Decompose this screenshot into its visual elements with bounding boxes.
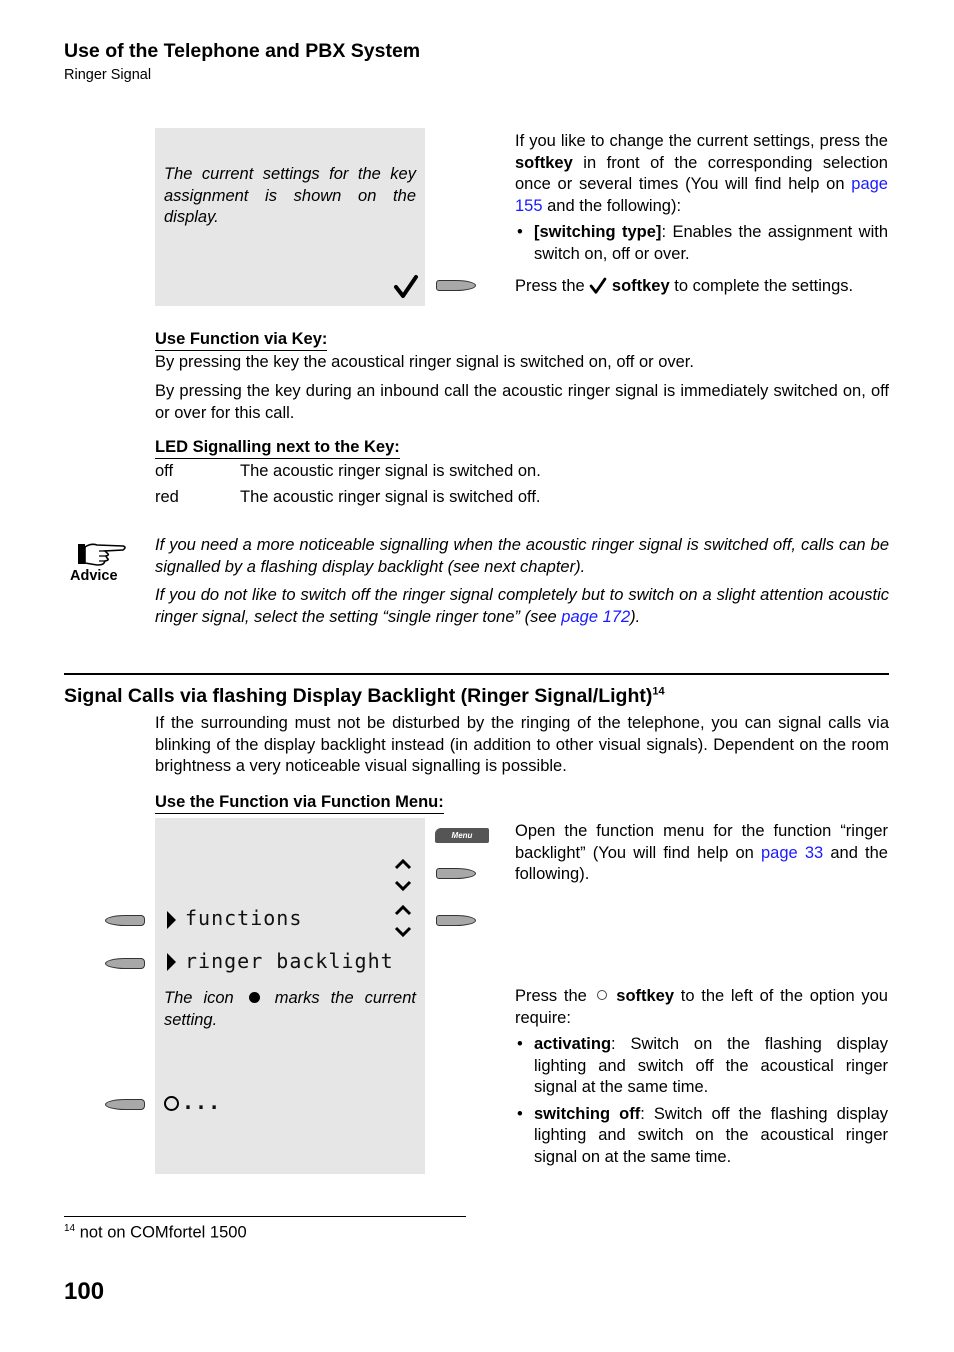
use-function-key-heading-wrap: Use Function via Key: <box>155 330 328 351</box>
bullet-term: activating <box>534 1035 612 1053</box>
step-open-menu: Open the function menu for the function … <box>515 821 888 886</box>
text: If you do not like to switch off the rin… <box>155 586 889 626</box>
phone-display-settings: The current settings for the key assignm… <box>155 128 425 306</box>
footnote-number: 14 <box>64 1223 76 1234</box>
led-row: off The acoustic ringer signal is switche… <box>155 461 889 483</box>
list-item: switching off: Switch off the flashing d… <box>515 1104 888 1169</box>
softkey-term: softkey <box>616 987 675 1005</box>
advice-p1: If you need a more noticeable signalling… <box>155 536 889 576</box>
section-divider <box>64 673 889 675</box>
advice-p2: If you do not like to switch off the rin… <box>155 585 889 628</box>
settings-instructions: If you like to change the current settin… <box>515 131 888 265</box>
text: Press the <box>515 277 590 295</box>
display-note: The current settings for the key assignm… <box>164 165 416 226</box>
text: The icon <box>164 989 245 1007</box>
pointing-hand-icon <box>78 543 126 566</box>
menu-key[interactable]: Menu <box>435 828 489 843</box>
phone-display-menu: functions ringer backlight The icon mark… <box>155 818 425 1174</box>
scroll-up-down-icon <box>394 904 412 938</box>
empty-circle-icon <box>596 990 607 1000</box>
softkey-icon[interactable] <box>436 280 476 291</box>
chapter-title: Use of the Telephone and PBX System <box>64 40 421 62</box>
page-number: 100 <box>64 1278 105 1305</box>
bullet-term: switching off <box>534 1104 641 1123</box>
list-item: [switching type]: Enables the assignment… <box>515 222 888 265</box>
led-state: off <box>155 462 174 480</box>
menu-arrow-icon <box>167 953 176 971</box>
softkey-left-1[interactable] <box>105 915 145 926</box>
page-172-link[interactable]: page 172 <box>561 608 630 626</box>
text: If you like to change the current settin… <box>515 132 888 150</box>
list-item: activating: Switch on the flashing displ… <box>515 1034 888 1099</box>
empty-circle-icon <box>164 1096 179 1111</box>
text: Press the <box>515 987 594 1005</box>
footnote-divider <box>64 1216 466 1217</box>
led-desc: The acoustic ringer signal is switched o… <box>240 462 541 480</box>
display-note: The icon marks the current setting. <box>164 988 416 1031</box>
softkey-term: softkey <box>515 153 573 172</box>
softkey-left-2[interactable] <box>105 958 145 969</box>
footnote-text: not on COMfortel 1500 <box>75 1223 247 1242</box>
softkey-term: softkey <box>611 277 670 295</box>
option-bullets: activating: Switch on the flashing displ… <box>515 1034 888 1168</box>
led-heading-wrap: LED Signalling next to the Key: <box>155 438 400 459</box>
softkey-right-2[interactable] <box>436 915 476 926</box>
footnote-ref[interactable]: 14 <box>652 686 664 698</box>
step2-intro: Press the softkey to the left of the opt… <box>515 986 888 1029</box>
checkmark-icon <box>589 277 607 294</box>
heading-text: Signal Calls via flashing Display Backli… <box>64 685 653 707</box>
option-placeholder[interactable]: ... <box>182 1090 221 1114</box>
led-row: red The acoustic ringer signal is switche… <box>155 487 889 509</box>
footnote: 14 not on COMfortel 1500 <box>64 1223 247 1243</box>
softkey-left-3[interactable] <box>105 1099 145 1110</box>
section-heading: Signal Calls via flashing Display Backli… <box>64 685 665 708</box>
step-select-option: Press the softkey to the left of the opt… <box>515 986 888 1168</box>
text: to complete the settings. <box>669 277 854 295</box>
confirm-instruction: Press the softkey to complete the settin… <box>515 276 895 298</box>
settings-bullets: [switching type]: Enables the assignment… <box>515 222 888 265</box>
use-function-key-heading: Use Function via Key: <box>155 330 328 351</box>
led-state: red <box>155 488 179 506</box>
scroll-up-down-icon <box>394 858 412 892</box>
text: ). <box>630 607 641 626</box>
text: and the following): <box>542 196 682 215</box>
menu-heading: Use the Function via Function Menu: <box>155 793 444 814</box>
menu-item-functions[interactable]: functions <box>185 906 302 930</box>
use-function-key-p1: By pressing the key the acoustical ringe… <box>155 353 694 371</box>
menu-item-ringer-backlight[interactable]: ringer backlight <box>185 949 394 973</box>
use-function-key-p2: By pressing the key during an inbound ca… <box>155 382 889 422</box>
led-desc: The acoustic ringer signal is switched o… <box>240 488 541 506</box>
menu-heading-wrap: Use the Function via Function Menu: <box>155 793 444 814</box>
led-heading: LED Signalling next to the Key: <box>155 438 400 459</box>
section-intro: If the surrounding must not be disturbed… <box>155 714 889 775</box>
checkmark-icon <box>394 275 418 298</box>
advice-label: Advice <box>70 568 118 584</box>
page-33-link[interactable]: page 33 <box>761 844 823 862</box>
section-subtitle: Ringer Signal <box>64 67 152 83</box>
menu-arrow-icon <box>167 911 176 929</box>
softkey-right-1[interactable] <box>436 868 476 879</box>
bullet-term: [switching type] <box>534 223 662 241</box>
filled-dot-icon <box>248 992 260 1003</box>
